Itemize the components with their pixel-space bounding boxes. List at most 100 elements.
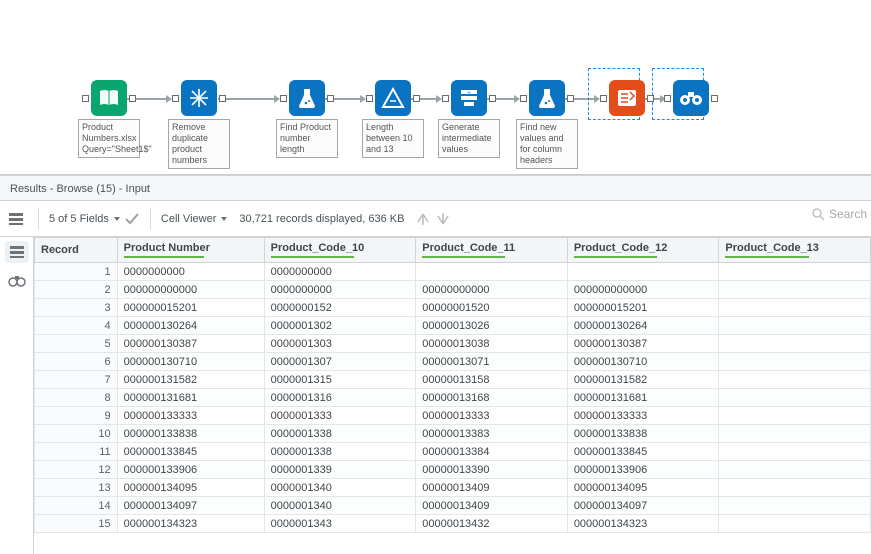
data-cell[interactable]: 000000015201 [117, 299, 264, 317]
data-cell[interactable]: 000000131582 [117, 371, 264, 389]
table-row[interactable]: 5000000130387000000130300000013038000000… [35, 335, 871, 353]
data-cell[interactable]: 000000130264 [567, 317, 719, 335]
table-row[interactable]: 1200000013390600000013390000001339000000… [35, 461, 871, 479]
column-header[interactable]: Product_Code_10 [264, 238, 416, 263]
data-cell[interactable]: 00000013390 [416, 461, 568, 479]
table-row[interactable]: 9000000133333000000133300000013333000000… [35, 407, 871, 425]
data-cell[interactable]: 000000133333 [567, 407, 719, 425]
data-cell[interactable] [719, 353, 871, 371]
data-cell[interactable]: 0000000000 [264, 281, 416, 299]
data-cell[interactable]: 00000013026 [416, 317, 568, 335]
output-port[interactable] [711, 95, 718, 102]
arrow-down-icon[interactable] [436, 212, 450, 226]
data-cell[interactable] [719, 407, 871, 425]
data-cell[interactable]: 00000013384 [416, 443, 568, 461]
data-cell[interactable]: 000000133333 [117, 407, 264, 425]
data-cell[interactable]: 00000001520 [416, 299, 568, 317]
results-table[interactable]: RecordProduct NumberProduct_Code_10Produ… [34, 237, 871, 533]
workflow-node-n2[interactable]: Find Product number length [276, 80, 338, 158]
record-cell[interactable]: 10 [35, 425, 118, 443]
data-cell[interactable]: 0000001315 [264, 371, 416, 389]
data-cell[interactable] [719, 299, 871, 317]
output-port[interactable] [327, 95, 334, 102]
data-cell[interactable]: 0000001333 [264, 407, 416, 425]
data-cell[interactable]: 000000133906 [117, 461, 264, 479]
data-cell[interactable] [416, 263, 568, 281]
table-row[interactable]: 4000000130264000000130200000013026000000… [35, 317, 871, 335]
record-cell[interactable]: 13 [35, 479, 118, 497]
table-row[interactable]: 1400000013409700000013400000001340900000… [35, 497, 871, 515]
data-cell[interactable]: 0000001340 [264, 479, 416, 497]
data-cell[interactable]: 0000000000 [264, 263, 416, 281]
data-cell[interactable]: 0000001302 [264, 317, 416, 335]
record-cell[interactable]: 11 [35, 443, 118, 461]
data-cell[interactable]: 0000001316 [264, 389, 416, 407]
data-cell[interactable]: 00000013333 [416, 407, 568, 425]
column-header[interactable]: Product Number [117, 238, 264, 263]
output-port[interactable] [413, 95, 420, 102]
rail-metadata-button[interactable] [5, 241, 29, 263]
record-cell[interactable]: 14 [35, 497, 118, 515]
data-cell[interactable]: 000000131681 [117, 389, 264, 407]
data-cell[interactable]: 000000134323 [567, 515, 719, 533]
data-cell[interactable]: 00000013038 [416, 335, 568, 353]
data-cell[interactable]: 000000130387 [117, 335, 264, 353]
record-cell[interactable]: 7 [35, 371, 118, 389]
table-row[interactable]: 2000000000000000000000000000000000000000… [35, 281, 871, 299]
data-cell[interactable]: 000000133845 [567, 443, 719, 461]
workflow-node-n4[interactable]: +Generate intermediate values [438, 80, 500, 158]
data-cell[interactable] [719, 263, 871, 281]
data-cell[interactable]: 000000134097 [567, 497, 719, 515]
workflow-canvas[interactable]: Product Numbers.xlsx Query="Sheet1$" Remo… [0, 0, 871, 175]
data-cell[interactable]: 000000133838 [567, 425, 719, 443]
arrow-up-icon[interactable] [416, 212, 430, 226]
record-cell[interactable]: 15 [35, 515, 118, 533]
workflow-node-n3[interactable]: Length between 10 and 13 [362, 80, 424, 158]
data-cell[interactable]: 000000131582 [567, 371, 719, 389]
data-cell[interactable]: 00000000000 [416, 281, 568, 299]
input-port[interactable] [366, 95, 373, 102]
data-cell[interactable] [719, 443, 871, 461]
workflow-node-n0[interactable]: Product Numbers.xlsx Query="Sheet1$" [78, 80, 140, 158]
data-cell[interactable] [719, 317, 871, 335]
output-port[interactable] [647, 95, 654, 102]
workflow-node-n6[interactable] [596, 80, 658, 116]
record-cell[interactable]: 12 [35, 461, 118, 479]
record-cell[interactable]: 8 [35, 389, 118, 407]
data-cell[interactable]: 0000001340 [264, 497, 416, 515]
data-cell[interactable]: 000000133906 [567, 461, 719, 479]
record-cell[interactable]: 4 [35, 317, 118, 335]
table-row[interactable]: 1500000013432300000013430000001343200000… [35, 515, 871, 533]
record-cell[interactable]: 3 [35, 299, 118, 317]
record-cell[interactable]: 5 [35, 335, 118, 353]
workflow-node-n5[interactable]: Find new values and for column headers [516, 80, 578, 169]
record-cell[interactable]: 2 [35, 281, 118, 299]
data-cell[interactable] [567, 263, 719, 281]
data-cell[interactable]: 00000013383 [416, 425, 568, 443]
data-cell[interactable]: 00000013409 [416, 497, 568, 515]
data-cell[interactable]: 00000013432 [416, 515, 568, 533]
data-cell[interactable] [719, 371, 871, 389]
table-row[interactable]: 8000000131681000000131600000013168000000… [35, 389, 871, 407]
fields-dropdown[interactable]: 5 of 5 Fields [49, 213, 120, 225]
data-cell[interactable]: 0000001307 [264, 353, 416, 371]
data-cell[interactable]: 00000013071 [416, 353, 568, 371]
workflow-node-n1[interactable]: Remove duplicate product numbers [168, 80, 230, 169]
input-port[interactable] [600, 95, 607, 102]
search-box[interactable]: Search [811, 207, 867, 221]
data-cell[interactable]: 0000001338 [264, 425, 416, 443]
input-port[interactable] [280, 95, 287, 102]
data-cell[interactable]: 00000013409 [416, 479, 568, 497]
input-port[interactable] [82, 95, 89, 102]
table-row[interactable]: 1000000013383800000013380000001338300000… [35, 425, 871, 443]
record-cell[interactable]: 9 [35, 407, 118, 425]
data-cell[interactable]: 0000001339 [264, 461, 416, 479]
table-row[interactable]: 100000000000000000000 [35, 263, 871, 281]
column-header[interactable]: Product_Code_13 [719, 238, 871, 263]
data-cell[interactable] [719, 281, 871, 299]
data-cell[interactable]: 000000133838 [117, 425, 264, 443]
data-cell[interactable]: 000000134095 [567, 479, 719, 497]
data-cell[interactable] [719, 515, 871, 533]
data-cell[interactable]: 000000131681 [567, 389, 719, 407]
data-cell[interactable]: 0000001338 [264, 443, 416, 461]
